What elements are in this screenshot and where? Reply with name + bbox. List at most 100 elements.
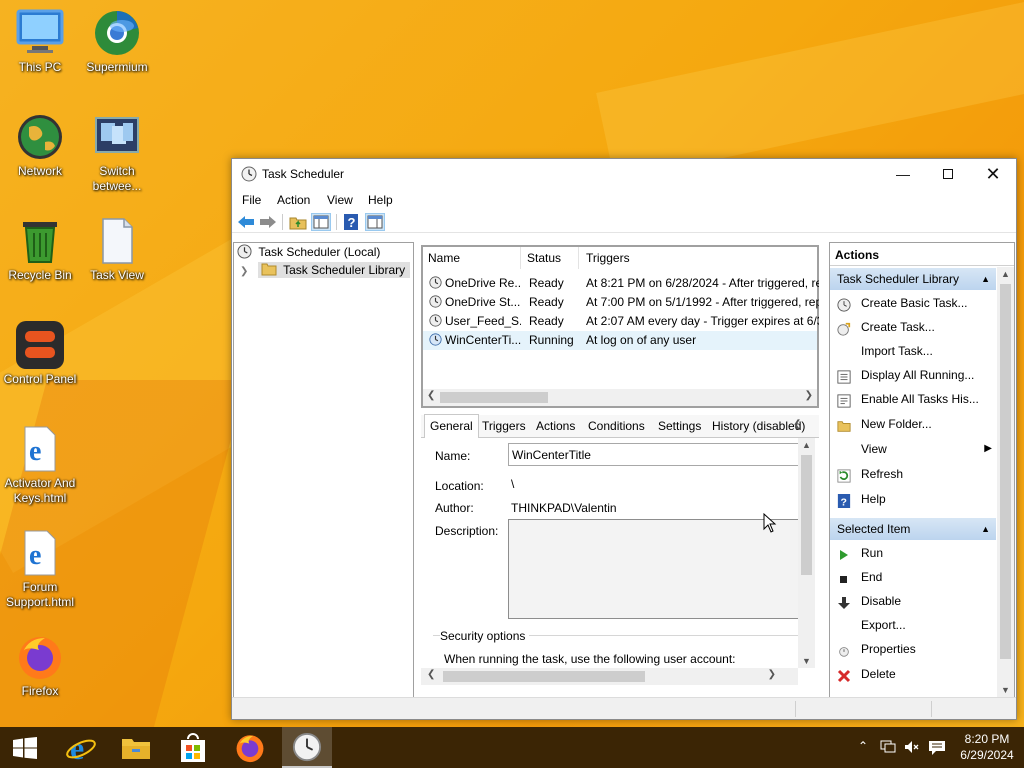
scroll-up-icon[interactable]: ▲ (802, 440, 811, 450)
actions-section-selected-item[interactable]: Selected Item ▲ (830, 518, 996, 540)
collapse-icon[interactable]: ▲ (981, 268, 990, 290)
column-header-status[interactable]: Status (521, 247, 579, 269)
task-row-selected[interactable]: WinCenterTi... Running At log on of any … (423, 331, 817, 350)
notification-icon[interactable] (928, 740, 946, 756)
action-disable[interactable]: Disable (830, 589, 996, 613)
collapse-icon[interactable]: ▲ (981, 518, 990, 540)
desktop-icon-firefox[interactable]: Firefox (0, 632, 80, 699)
scroll-left-icon[interactable]: ❮ (427, 669, 435, 680)
taskbar-task-scheduler[interactable] (282, 727, 332, 768)
column-header-triggers[interactable]: Triggers (579, 247, 819, 269)
tab-general[interactable]: General (424, 414, 479, 438)
description-field[interactable] (508, 519, 798, 619)
action-properties[interactable]: Properties (830, 637, 996, 661)
action-help[interactable]: ? Help (830, 487, 996, 511)
actions-vertical-scrollbar[interactable]: ▲ ▼ (997, 267, 1014, 697)
action-create-basic-task[interactable]: Create Basic Task... (830, 291, 996, 315)
tab-settings[interactable]: Settings (653, 415, 706, 437)
task-row[interactable]: OneDrive Re... Ready At 8:21 PM on 6/28/… (423, 274, 819, 293)
section-label: Selected Item (837, 522, 911, 536)
taskbar-file-explorer[interactable] (111, 727, 161, 768)
desktop-icon-supermium[interactable]: Supermium (77, 8, 157, 75)
scrollbar-thumb[interactable] (801, 455, 812, 575)
maximize-button[interactable] (925, 159, 971, 189)
task-list-pane[interactable]: Name Status Triggers OneDrive Re... Read… (421, 245, 819, 408)
desktop-icon-activator-html[interactable]: e Activator And Keys.html (0, 424, 80, 506)
chevron-right-icon[interactable]: ❯ (240, 266, 248, 277)
task-details-pane[interactable]: General Triggers Actions Conditions Sett… (421, 414, 819, 698)
scrollbar-thumb[interactable] (440, 392, 548, 403)
action-end[interactable]: End (830, 565, 996, 589)
task-scheduler-icon (241, 166, 257, 185)
action-label: Disable (861, 594, 902, 608)
show-hide-console-tree-button[interactable] (311, 213, 331, 231)
scroll-down-icon[interactable]: ▼ (802, 656, 811, 666)
network-icon[interactable] (880, 740, 896, 754)
tab-scroll-left-icon[interactable]: ❮ (793, 419, 801, 430)
close-button[interactable]: ✕ (970, 159, 1016, 189)
action-refresh[interactable]: Refresh (830, 462, 996, 486)
console-tree-pane[interactable]: Task Scheduler (Local) ❯ Task Scheduler … (233, 242, 414, 698)
edge-html-icon: e (15, 528, 65, 578)
desktop-icon-forum-support-html[interactable]: e Forum Support.html (0, 528, 80, 610)
scroll-left-icon[interactable]: ❮ (427, 390, 435, 401)
taskbar-internet-explorer[interactable]: e (55, 727, 105, 768)
name-field[interactable]: WinCenterTitle (508, 443, 798, 466)
menu-action[interactable]: Action (277, 193, 310, 207)
scrollbar-thumb[interactable] (1000, 284, 1011, 659)
show-hidden-icons-chevron-icon[interactable]: ⌃ (858, 739, 868, 753)
back-button[interactable] (236, 213, 256, 231)
task-scheduler-window[interactable]: Task Scheduler — ✕ File Action View Help (231, 158, 1017, 720)
title-bar[interactable]: Task Scheduler — ✕ (232, 159, 1016, 189)
forward-button[interactable] (258, 213, 278, 231)
desktop-icon-this-pc[interactable]: This PC (0, 8, 80, 75)
action-export[interactable]: Export... (830, 613, 996, 637)
task-list-horizontal-scrollbar[interactable]: ❮ ❯ (423, 389, 817, 406)
help-toolbar-button[interactable]: ? (342, 213, 362, 231)
tab-actions[interactable]: Actions (531, 415, 580, 437)
desktop-icon-recycle-bin[interactable]: Recycle Bin (0, 216, 80, 283)
menu-view[interactable]: View (327, 193, 353, 207)
scroll-right-icon[interactable]: ❯ (805, 390, 813, 401)
action-run[interactable]: Run (830, 541, 996, 565)
actions-section-task-scheduler-library[interactable]: Task Scheduler Library ▲ (830, 268, 996, 290)
up-folder-button[interactable] (288, 213, 308, 231)
task-row[interactable]: OneDrive St... Ready At 7:00 PM on 5/1/1… (423, 293, 819, 312)
tree-item-task-scheduler-library[interactable]: ❯ Task Scheduler Library (240, 261, 411, 279)
scroll-up-icon[interactable]: ▲ (1001, 269, 1010, 279)
scrollbar-thumb[interactable] (443, 671, 645, 682)
tree-item-root[interactable]: Task Scheduler (Local) (237, 243, 380, 261)
action-delete[interactable]: Delete (830, 662, 996, 686)
desktop-icon-control-panel[interactable]: Control Panel (0, 320, 80, 387)
actions-pane[interactable]: Actions Task Scheduler Library ▲ Create … (829, 242, 1015, 698)
action-new-folder[interactable]: New Folder... (830, 412, 996, 436)
desktop-icon-network[interactable]: Network (0, 112, 80, 179)
menu-help[interactable]: Help (368, 193, 393, 207)
document-icon (92, 216, 142, 266)
scroll-right-icon[interactable]: ❯ (768, 669, 776, 680)
desktop-icon-switch-windows[interactable]: Switch betwee... (77, 112, 157, 194)
volume-muted-icon[interactable] (904, 740, 920, 754)
action-import-task[interactable]: Import Task... (830, 339, 996, 363)
show-action-pane-button[interactable] (365, 213, 385, 231)
taskbar-firefox[interactable] (225, 727, 275, 768)
desktop-icon-task-view[interactable]: Task View (77, 216, 157, 283)
action-display-all-running[interactable]: Display All Running... (830, 363, 996, 387)
tab-triggers[interactable]: Triggers (477, 415, 531, 437)
column-header-name[interactable]: Name (423, 247, 521, 269)
start-button[interactable] (0, 727, 50, 768)
details-tab-strip: General Triggers Actions Conditions Sett… (421, 414, 819, 438)
action-create-task[interactable]: Create Task... (830, 315, 996, 339)
tab-conditions[interactable]: Conditions (583, 415, 650, 437)
taskbar-store[interactable] (168, 727, 218, 768)
task-row[interactable]: User_Feed_S... Ready At 2:07 AM every da… (423, 312, 819, 331)
minimize-button[interactable]: — (880, 159, 926, 189)
details-vertical-scrollbar[interactable]: ▲ ▼ (798, 438, 815, 668)
clock[interactable]: 8:20 PM 6/29/2024 (954, 731, 1020, 763)
action-enable-all-tasks-history[interactable]: Enable All Tasks His... (830, 387, 996, 411)
menu-file[interactable]: File (242, 193, 261, 207)
scroll-down-icon[interactable]: ▼ (1001, 685, 1010, 695)
details-horizontal-scrollbar[interactable]: ❮ ❯ (421, 668, 798, 685)
action-view[interactable]: View ▶ (830, 437, 996, 461)
task-status: Ready (529, 295, 564, 309)
